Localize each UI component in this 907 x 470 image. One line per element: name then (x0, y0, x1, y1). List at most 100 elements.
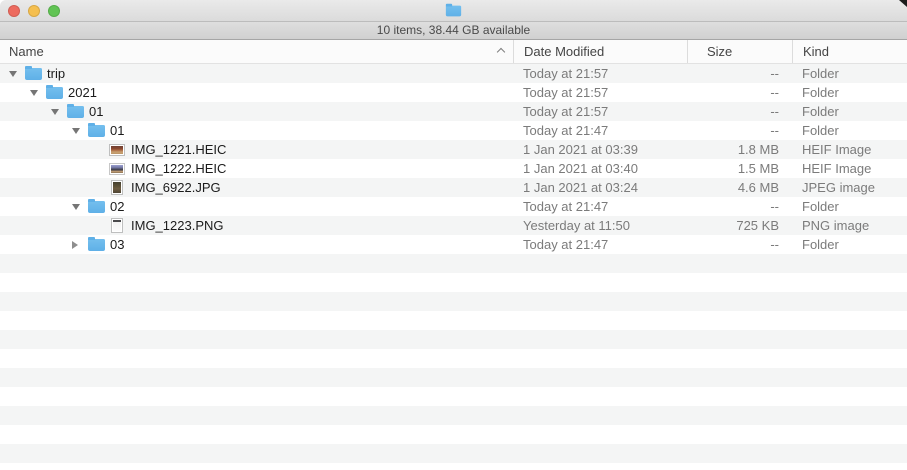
name-cell: IMG_1221.HEIC (0, 140, 513, 159)
table-row[interactable]: IMG_1223.PNG Yesterday at 11:50725 KBPNG … (0, 216, 907, 235)
name-cell: 01 (0, 102, 513, 121)
icon-slot (45, 86, 63, 99)
photo-landscape-dusk-icon (110, 164, 124, 174)
file-size: 1.8 MB (687, 140, 792, 159)
disclosure-triangle (9, 71, 17, 77)
icon-slot (24, 67, 42, 80)
date-modified: 1 Jan 2021 at 03:24 (513, 178, 687, 197)
file-size: -- (687, 83, 792, 102)
date-modified: Today at 21:47 (513, 235, 687, 254)
disclosure-triangle (72, 128, 80, 134)
file-kind: Folder (792, 197, 907, 216)
file-size: -- (687, 197, 792, 216)
file-kind: Folder (792, 121, 907, 140)
file-kind: Folder (792, 102, 907, 121)
file-kind: Folder (792, 83, 907, 102)
date-modified: Today at 21:57 (513, 102, 687, 121)
triangle-down-icon[interactable] (72, 128, 87, 134)
name-cell: IMG_1222.HEIC (0, 159, 513, 178)
window-titlebar[interactable] (0, 0, 907, 22)
file-name: 01 (110, 121, 124, 140)
table-row[interactable]: IMG_1221.HEIC1 Jan 2021 at 03:391.8 MBHE… (0, 140, 907, 159)
date-modified: Yesterday at 11:50 (513, 216, 687, 235)
column-header-kind[interactable]: Kind (792, 40, 907, 63)
file-size: -- (687, 102, 792, 121)
chevron-up-icon (497, 48, 505, 56)
file-name: 03 (110, 235, 124, 254)
photo-portrait-screenshot-icon (112, 219, 122, 232)
icon-slot (108, 164, 126, 174)
folder-icon (88, 201, 105, 213)
column-headers: Name Date Modified Size Kind (0, 40, 907, 64)
date-modified: Today at 21:57 (513, 83, 687, 102)
file-kind: PNG image (792, 216, 907, 235)
column-header-name-label: Name (9, 44, 44, 59)
disclosure-triangle (72, 204, 80, 210)
file-name: 2021 (68, 83, 97, 102)
file-size: -- (687, 235, 792, 254)
name-cell: 03 (0, 235, 513, 254)
table-row[interactable]: 03 Today at 21:47--Folder (0, 235, 907, 254)
name-cell: 02 (0, 197, 513, 216)
column-header-name[interactable]: Name (0, 40, 513, 63)
icon-slot (87, 124, 105, 137)
file-name: IMG_1222.HEIC (131, 159, 226, 178)
name-cell: IMG_6922.JPG (0, 178, 513, 197)
table-row[interactable]: 02 Today at 21:47--Folder (0, 197, 907, 216)
table-row[interactable]: 01 Today at 21:47--Folder (0, 121, 907, 140)
file-size: -- (687, 121, 792, 140)
file-name: trip (47, 64, 65, 83)
date-modified: Today at 21:57 (513, 64, 687, 83)
folder-icon (88, 239, 105, 251)
triangle-down-icon[interactable] (51, 109, 66, 115)
photo-portrait-dark-icon (112, 181, 122, 194)
name-cell: 2021 (0, 83, 513, 102)
icon-slot (87, 200, 105, 213)
file-name: IMG_6922.JPG (131, 178, 221, 197)
icon-slot (66, 105, 84, 118)
disclosure-triangle (51, 109, 59, 115)
icon-slot (108, 181, 126, 194)
file-kind: JPEG image (792, 178, 907, 197)
table-row[interactable]: IMG_1222.HEIC 1 Jan 2021 at 03:401.5 MBHE… (0, 159, 907, 178)
disclosure-triangle (72, 241, 78, 249)
titlebar-proxy (0, 4, 907, 17)
file-kind: Folder (792, 235, 907, 254)
date-modified: Today at 21:47 (513, 197, 687, 216)
folder-icon (25, 68, 42, 80)
file-name: IMG_1223.PNG (131, 216, 224, 235)
column-header-size[interactable]: Size (687, 40, 792, 63)
file-name: IMG_1221.HEIC (131, 140, 226, 159)
date-modified: 1 Jan 2021 at 03:39 (513, 140, 687, 159)
file-name: 01 (89, 102, 103, 121)
status-text: 10 items, 38.44 GB available (377, 23, 530, 37)
name-cell: 01 (0, 121, 513, 140)
date-modified: Today at 21:47 (513, 121, 687, 140)
date-modified: 1 Jan 2021 at 03:40 (513, 159, 687, 178)
triangle-right-icon[interactable] (72, 241, 87, 249)
file-size: 725 KB (687, 216, 792, 235)
folder-icon (67, 106, 84, 118)
name-cell: IMG_1223.PNG (0, 216, 513, 235)
file-kind: Folder (792, 64, 907, 83)
folder-icon[interactable] (446, 6, 461, 17)
table-row[interactable]: IMG_6922.JPG1 Jan 2021 at 03:244.6 MBJPE… (0, 178, 907, 197)
photo-landscape-sunset-icon (110, 145, 124, 155)
icon-slot (108, 145, 126, 155)
file-name: 02 (110, 197, 124, 216)
table-row[interactable]: 01 Today at 21:57--Folder (0, 102, 907, 121)
name-cell: trip (0, 64, 513, 83)
icon-slot (87, 238, 105, 251)
table-row[interactable]: 2021 Today at 21:57--Folder (0, 83, 907, 102)
triangle-down-icon[interactable] (30, 90, 45, 96)
file-kind: HEIF Image (792, 159, 907, 178)
file-list: tripToday at 21:57--Folder2021Today at 2… (0, 64, 907, 470)
icon-slot (108, 219, 126, 232)
triangle-down-icon[interactable] (72, 204, 87, 210)
folder-icon (88, 125, 105, 137)
folder-icon (46, 87, 63, 99)
table-row[interactable]: tripToday at 21:57--Folder (0, 64, 907, 83)
triangle-down-icon[interactable] (9, 71, 24, 77)
column-header-date-modified[interactable]: Date Modified (513, 40, 687, 63)
file-size: 1.5 MB (687, 159, 792, 178)
